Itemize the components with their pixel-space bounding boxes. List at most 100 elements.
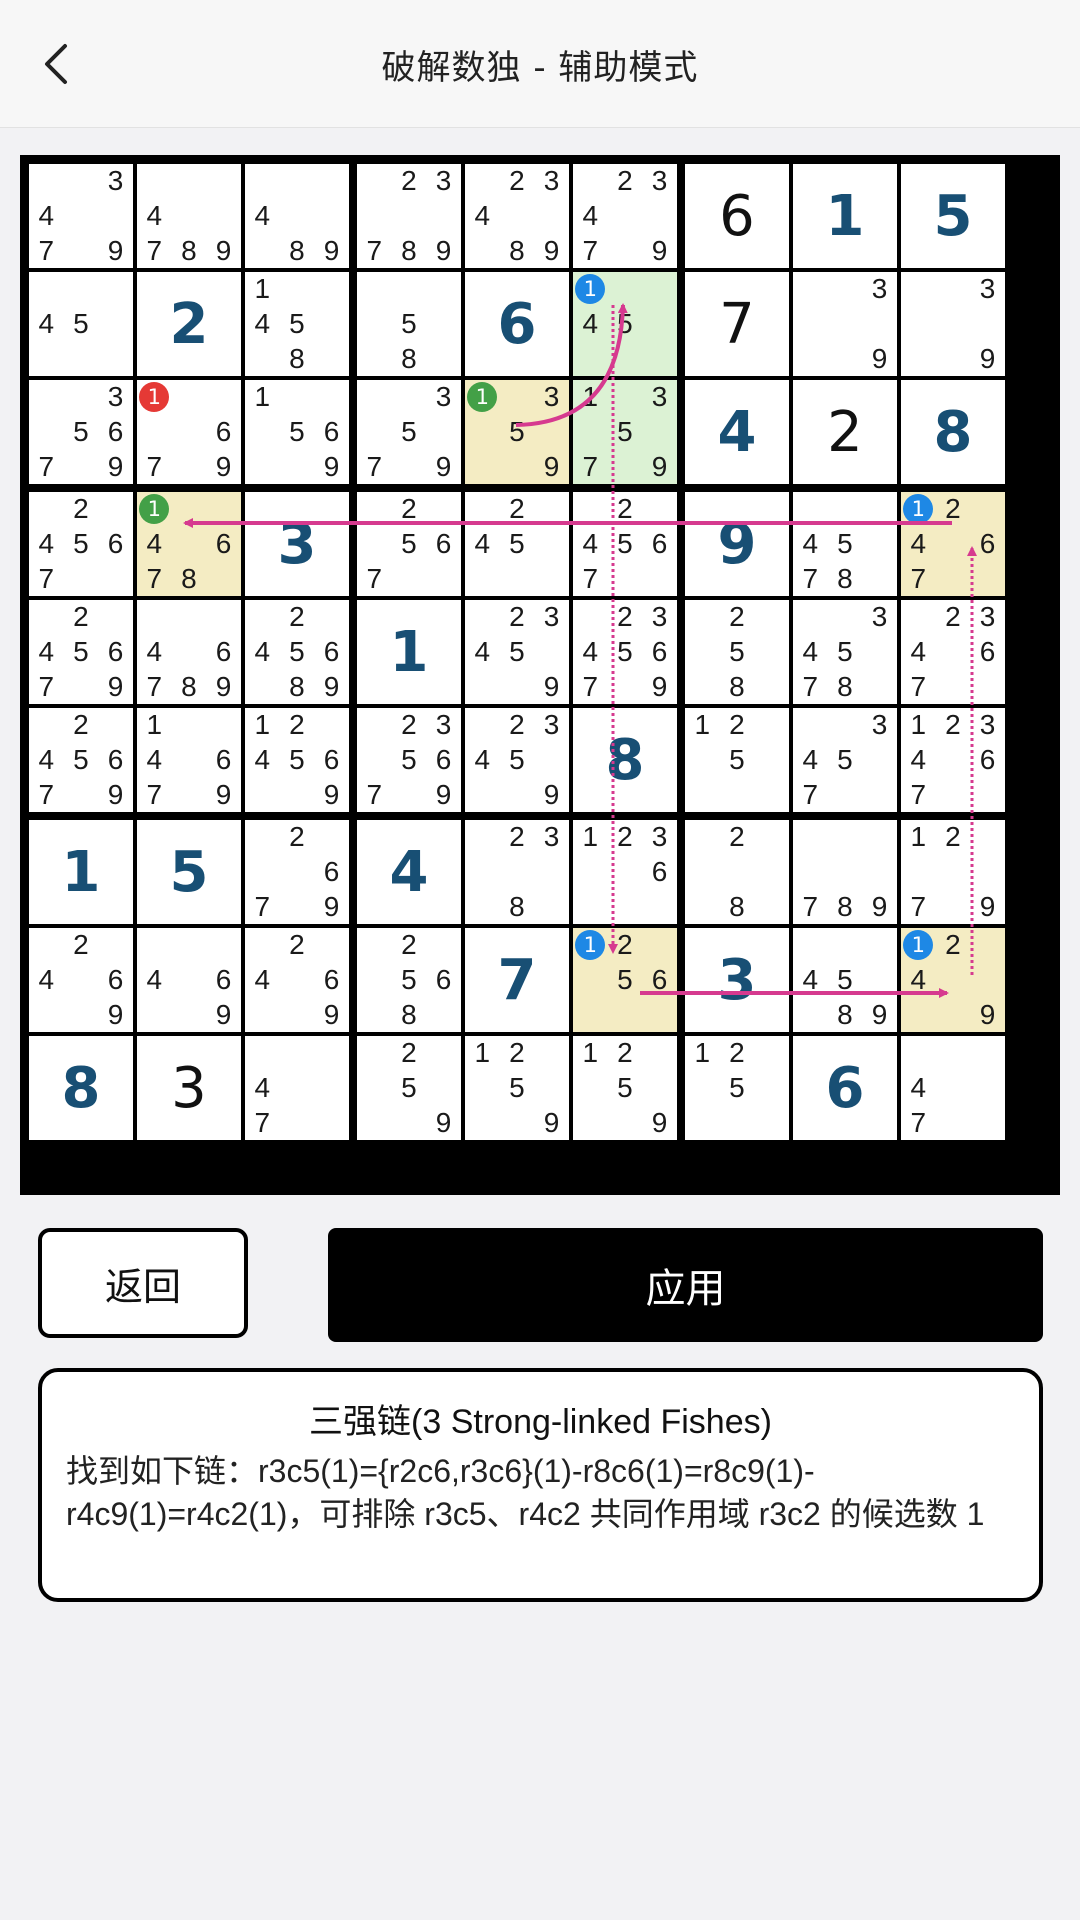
cell-r1c4[interactable]: 23 789 <box>357 164 461 268</box>
cell-r1c2[interactable]: 4789 <box>137 164 241 268</box>
cell-r8c4[interactable]: 2568 <box>357 928 461 1032</box>
cell-r1c9[interactable]: 5 <box>901 164 1005 268</box>
cell-r2c9[interactable]: 39 <box>901 272 1005 376</box>
cell-r2c2[interactable]: 2 <box>137 272 241 376</box>
cell-r5c4[interactable]: 1 <box>357 600 461 704</box>
cell-r3c4[interactable]: 357 9 <box>357 380 461 484</box>
cell-r6c2[interactable]: 14 6 7 9 <box>137 708 241 812</box>
cell-r4c9[interactable]: 124 6 7 <box>901 492 1005 596</box>
cell-r6c3[interactable]: 124569 <box>245 708 349 812</box>
candidate: 8 <box>181 670 197 702</box>
candidate-marker: 1 <box>573 928 608 963</box>
cell-r6c8[interactable]: 3 457 <box>793 708 897 812</box>
cell-r8c1[interactable]: 24 69 <box>29 928 133 1032</box>
candidate: 3 <box>871 709 888 741</box>
cell-r3c9[interactable]: 8 <box>901 380 1005 484</box>
cell-r7c4[interactable]: 4 <box>357 820 461 924</box>
cell-r7c1[interactable]: 1 <box>29 820 133 924</box>
cell-r9c6[interactable]: 1259 <box>573 1036 677 1140</box>
cell-r5c6[interactable]: 23 456 7 9 <box>573 600 677 704</box>
cell-r1c5[interactable]: 23 489 <box>465 164 569 268</box>
cell-r3c3[interactable]: 1569 <box>245 380 349 484</box>
cell-r9c2[interactable]: 3 <box>137 1036 241 1140</box>
cell-r2c7[interactable]: 7 <box>685 272 789 376</box>
candidate: 6 <box>979 527 996 559</box>
cell-r3c2[interactable]: 1679 <box>137 380 241 484</box>
cell-r1c3[interactable]: 489 <box>245 164 349 268</box>
cell-r5c5[interactable]: 23 459 <box>465 600 569 704</box>
candidate: 5 <box>617 527 633 559</box>
candidate: 6 <box>979 635 996 667</box>
candidate: 5 <box>401 527 417 559</box>
cell-r4c1[interactable]: 2456 7 <box>29 492 133 596</box>
candidate: 4 <box>254 307 271 339</box>
apply-button[interactable]: 应用 <box>328 1228 1043 1342</box>
cell-r7c8[interactable]: 789 <box>793 820 897 924</box>
cell-r5c7[interactable]: 258 <box>685 600 789 704</box>
cell-r3c8[interactable]: 2 <box>793 380 897 484</box>
back-button[interactable]: 返回 <box>38 1228 248 1338</box>
cell-r4c5[interactable]: 245 <box>465 492 569 596</box>
cell-r1c1[interactable]: 3 47 9 <box>29 164 133 268</box>
cell-r2c6[interactable]: 145 <box>573 272 677 376</box>
candidate: 2 <box>509 165 525 197</box>
cell-r9c7[interactable]: 125 <box>685 1036 789 1140</box>
cell-r8c7[interactable]: 3 <box>685 928 789 1032</box>
cell-r9c9[interactable]: 47 <box>901 1036 1005 1140</box>
cell-r8c6[interactable]: 1256 <box>573 928 677 1032</box>
candidate: 4 <box>254 635 271 667</box>
cell-r4c4[interactable]: 256 7 <box>357 492 461 596</box>
cell-r2c5[interactable]: 6 <box>465 272 569 376</box>
cell-r8c9[interactable]: 124 9 <box>901 928 1005 1032</box>
cell-r7c7[interactable]: 28 <box>685 820 789 924</box>
cell-r5c3[interactable]: 245689 <box>245 600 349 704</box>
cell-r4c6[interactable]: 2456 7 <box>573 492 677 596</box>
cell-r9c1[interactable]: 8 <box>29 1036 133 1140</box>
cell-r6c5[interactable]: 23 459 <box>465 708 569 812</box>
cell-r9c8[interactable]: 6 <box>793 1036 897 1140</box>
cell-r2c8[interactable]: 39 <box>793 272 897 376</box>
candidate: 2 <box>617 1037 633 1069</box>
cell-r4c3[interactable]: 3 <box>245 492 349 596</box>
cell-r4c2[interactable]: 14 6 78 <box>137 492 241 596</box>
cell-r7c2[interactable]: 5 <box>137 820 241 924</box>
candidate: 3 <box>651 165 668 197</box>
cell-r6c6[interactable]: 8 <box>573 708 677 812</box>
cell-r7c9[interactable]: 12 7 9 <box>901 820 1005 924</box>
cell-r3c6[interactable]: 1 357 9 <box>573 380 677 484</box>
cell-r6c9[interactable]: 123 4 6 7 <box>901 708 1005 812</box>
cell-r1c6[interactable]: 23 47 9 <box>573 164 677 268</box>
cell-r7c6[interactable]: 1236 <box>573 820 677 924</box>
cell-r9c3[interactable]: 47 <box>245 1036 349 1140</box>
cell-r8c3[interactable]: 24 69 <box>245 928 349 1032</box>
candidate: 6 <box>215 527 232 559</box>
cell-r5c9[interactable]: 23 4 6 7 <box>901 600 1005 704</box>
candidate: 2 <box>289 709 305 741</box>
cell-r4c7[interactable]: 9 <box>685 492 789 596</box>
cell-r4c8[interactable]: 4578 <box>793 492 897 596</box>
cell-r5c8[interactable]: 3 4578 <box>793 600 897 704</box>
cell-r8c8[interactable]: 4589 <box>793 928 897 1032</box>
cell-value: 8 <box>933 399 973 465</box>
cell-r2c1[interactable]: 45 <box>29 272 133 376</box>
cell-r5c1[interactable]: 2456 7 9 <box>29 600 133 704</box>
cell-r3c1[interactable]: 356 7 9 <box>29 380 133 484</box>
cell-r2c4[interactable]: 58 <box>357 272 461 376</box>
cell-r8c5[interactable]: 7 <box>465 928 569 1032</box>
cell-r7c5[interactable]: 23 8 <box>465 820 569 924</box>
cell-r8c2[interactable]: 4 69 <box>137 928 241 1032</box>
cell-r3c5[interactable]: 1 359 <box>465 380 569 484</box>
cell-r9c5[interactable]: 1259 <box>465 1036 569 1140</box>
cell-r9c4[interactable]: 259 <box>357 1036 461 1140</box>
cell-r5c2[interactable]: 4 6 789 <box>137 600 241 704</box>
cell-r3c7[interactable]: 4 <box>685 380 789 484</box>
cell-r6c4[interactable]: 2356 7 9 <box>357 708 461 812</box>
cell-r6c7[interactable]: 125 <box>685 708 789 812</box>
candidate: 5 <box>289 743 305 775</box>
candidate: 7 <box>582 450 599 482</box>
cell-r7c3[interactable]: 26 7 9 <box>245 820 349 924</box>
cell-r2c3[interactable]: 1458 <box>245 272 349 376</box>
cell-r1c8[interactable]: 1 <box>793 164 897 268</box>
cell-r1c7[interactable]: 6 <box>685 164 789 268</box>
cell-r6c1[interactable]: 2456 7 9 <box>29 708 133 812</box>
